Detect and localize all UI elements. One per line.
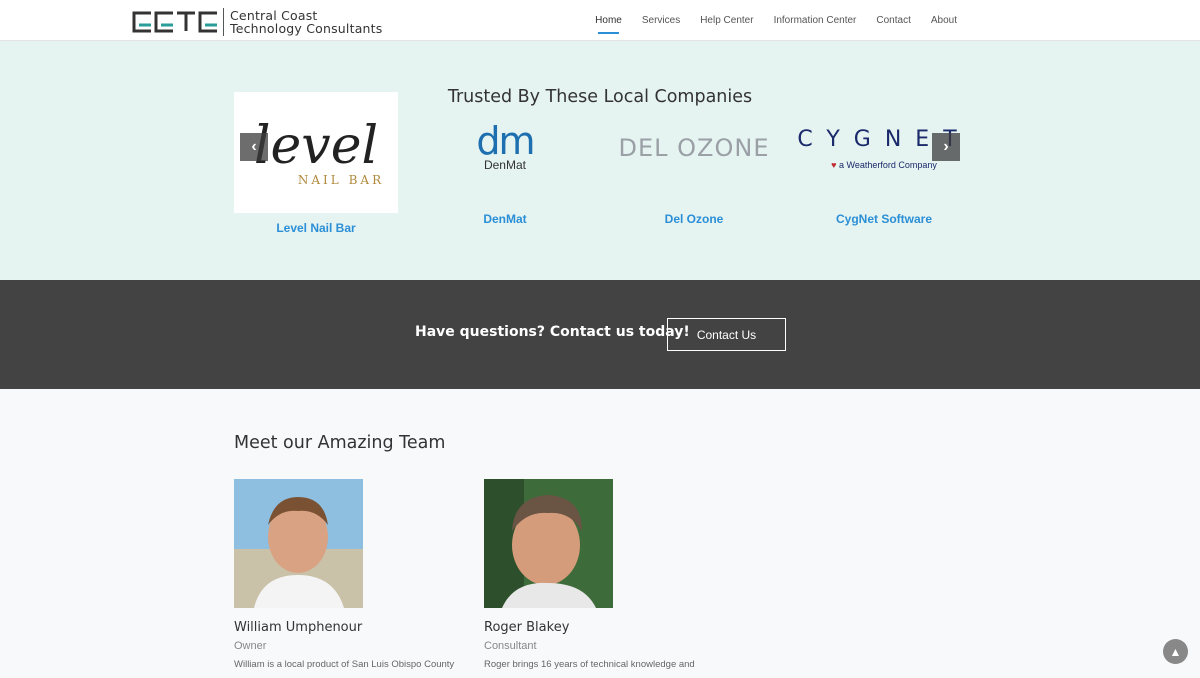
team-member: William Umphenour Owner William is a loc… (234, 479, 484, 670)
del-ozone-logo: DEL OZONE (612, 92, 776, 204)
member-photo (484, 479, 613, 608)
cta-text: Have questions? Contact us today! (415, 324, 690, 340)
main-nav: Home Services Help Center Information Ce… (575, 0, 957, 41)
logo-text: Central Coast Technology Consultants (230, 9, 383, 35)
team-section: Meet our Amazing Team William Umphenour … (0, 389, 1200, 678)
contact-us-button[interactable]: Contact Us (667, 318, 786, 351)
level-logo-sub: NAIL BAR (297, 172, 385, 187)
logo-line-2: Technology Consultants (230, 21, 383, 36)
member-bio: Roger brings 16 years of technical knowl… (484, 659, 695, 670)
member-role: Owner (234, 640, 267, 652)
member-photo (234, 479, 363, 608)
nav-information-center[interactable]: Information Center (774, 15, 857, 26)
section-title: Trusted By These Local Companies (447, 87, 753, 107)
del-ozone-logo-text: DEL OZONE (618, 134, 770, 162)
cygnet-logo-sub: a Weatherford Company (838, 159, 937, 170)
denmat-logo: dm DenMat (423, 92, 587, 204)
member-name: William Umphenour (234, 620, 363, 635)
company-name[interactable]: Del Ozone (612, 212, 776, 226)
nav-help-center[interactable]: Help Center (700, 15, 753, 26)
company-denmat[interactable]: dm DenMat DenMat (423, 92, 587, 226)
carousel-prev-button[interactable]: ‹ (240, 133, 268, 161)
chevron-left-icon: ‹ (251, 138, 257, 155)
company-name[interactable]: CygNet Software (802, 212, 966, 226)
company-name[interactable]: Level Nail Bar (234, 221, 398, 235)
carousel-next-button[interactable]: › (932, 133, 960, 161)
company-level-nail-bar[interactable]: level NAIL BAR Level Nail Bar (234, 92, 398, 235)
level-logo-text: level (253, 115, 379, 176)
site-logo[interactable]: Central Coast Technology Consultants (131, 8, 383, 36)
site-header: Central Coast Technology Consultants Hom… (0, 0, 1200, 41)
contact-cta-band: Have questions? Contact us today! Contac… (0, 280, 1200, 389)
chevron-right-icon: › (943, 138, 949, 155)
team-member: Roger Blakey Consultant Roger brings 16 … (484, 479, 734, 670)
denmat-logo-sub: DenMat (483, 158, 526, 172)
company-del-ozone[interactable]: DEL OZONE Del Ozone (612, 92, 776, 226)
nav-home[interactable]: Home (595, 15, 622, 34)
chevron-up-icon: ▲ (1169, 644, 1182, 659)
trusted-companies-section: Trusted By These Local Companies level N… (0, 41, 1200, 280)
team-title: Meet our Amazing Team (234, 433, 446, 453)
denmat-logo-mark: dm (476, 119, 535, 163)
nav-contact[interactable]: Contact (876, 15, 910, 26)
member-name: Roger Blakey (484, 620, 570, 635)
heart-icon: ♥ (831, 159, 837, 170)
company-name[interactable]: DenMat (423, 212, 587, 226)
member-role: Consultant (484, 640, 537, 652)
back-to-top-button[interactable]: ▲ (1163, 639, 1188, 664)
nav-services[interactable]: Services (642, 15, 680, 26)
member-bio: William is a local product of San Luis O… (234, 659, 455, 670)
cctc-logo-mark (131, 9, 219, 35)
logo-divider (223, 8, 224, 36)
nav-about[interactable]: About (931, 15, 957, 26)
